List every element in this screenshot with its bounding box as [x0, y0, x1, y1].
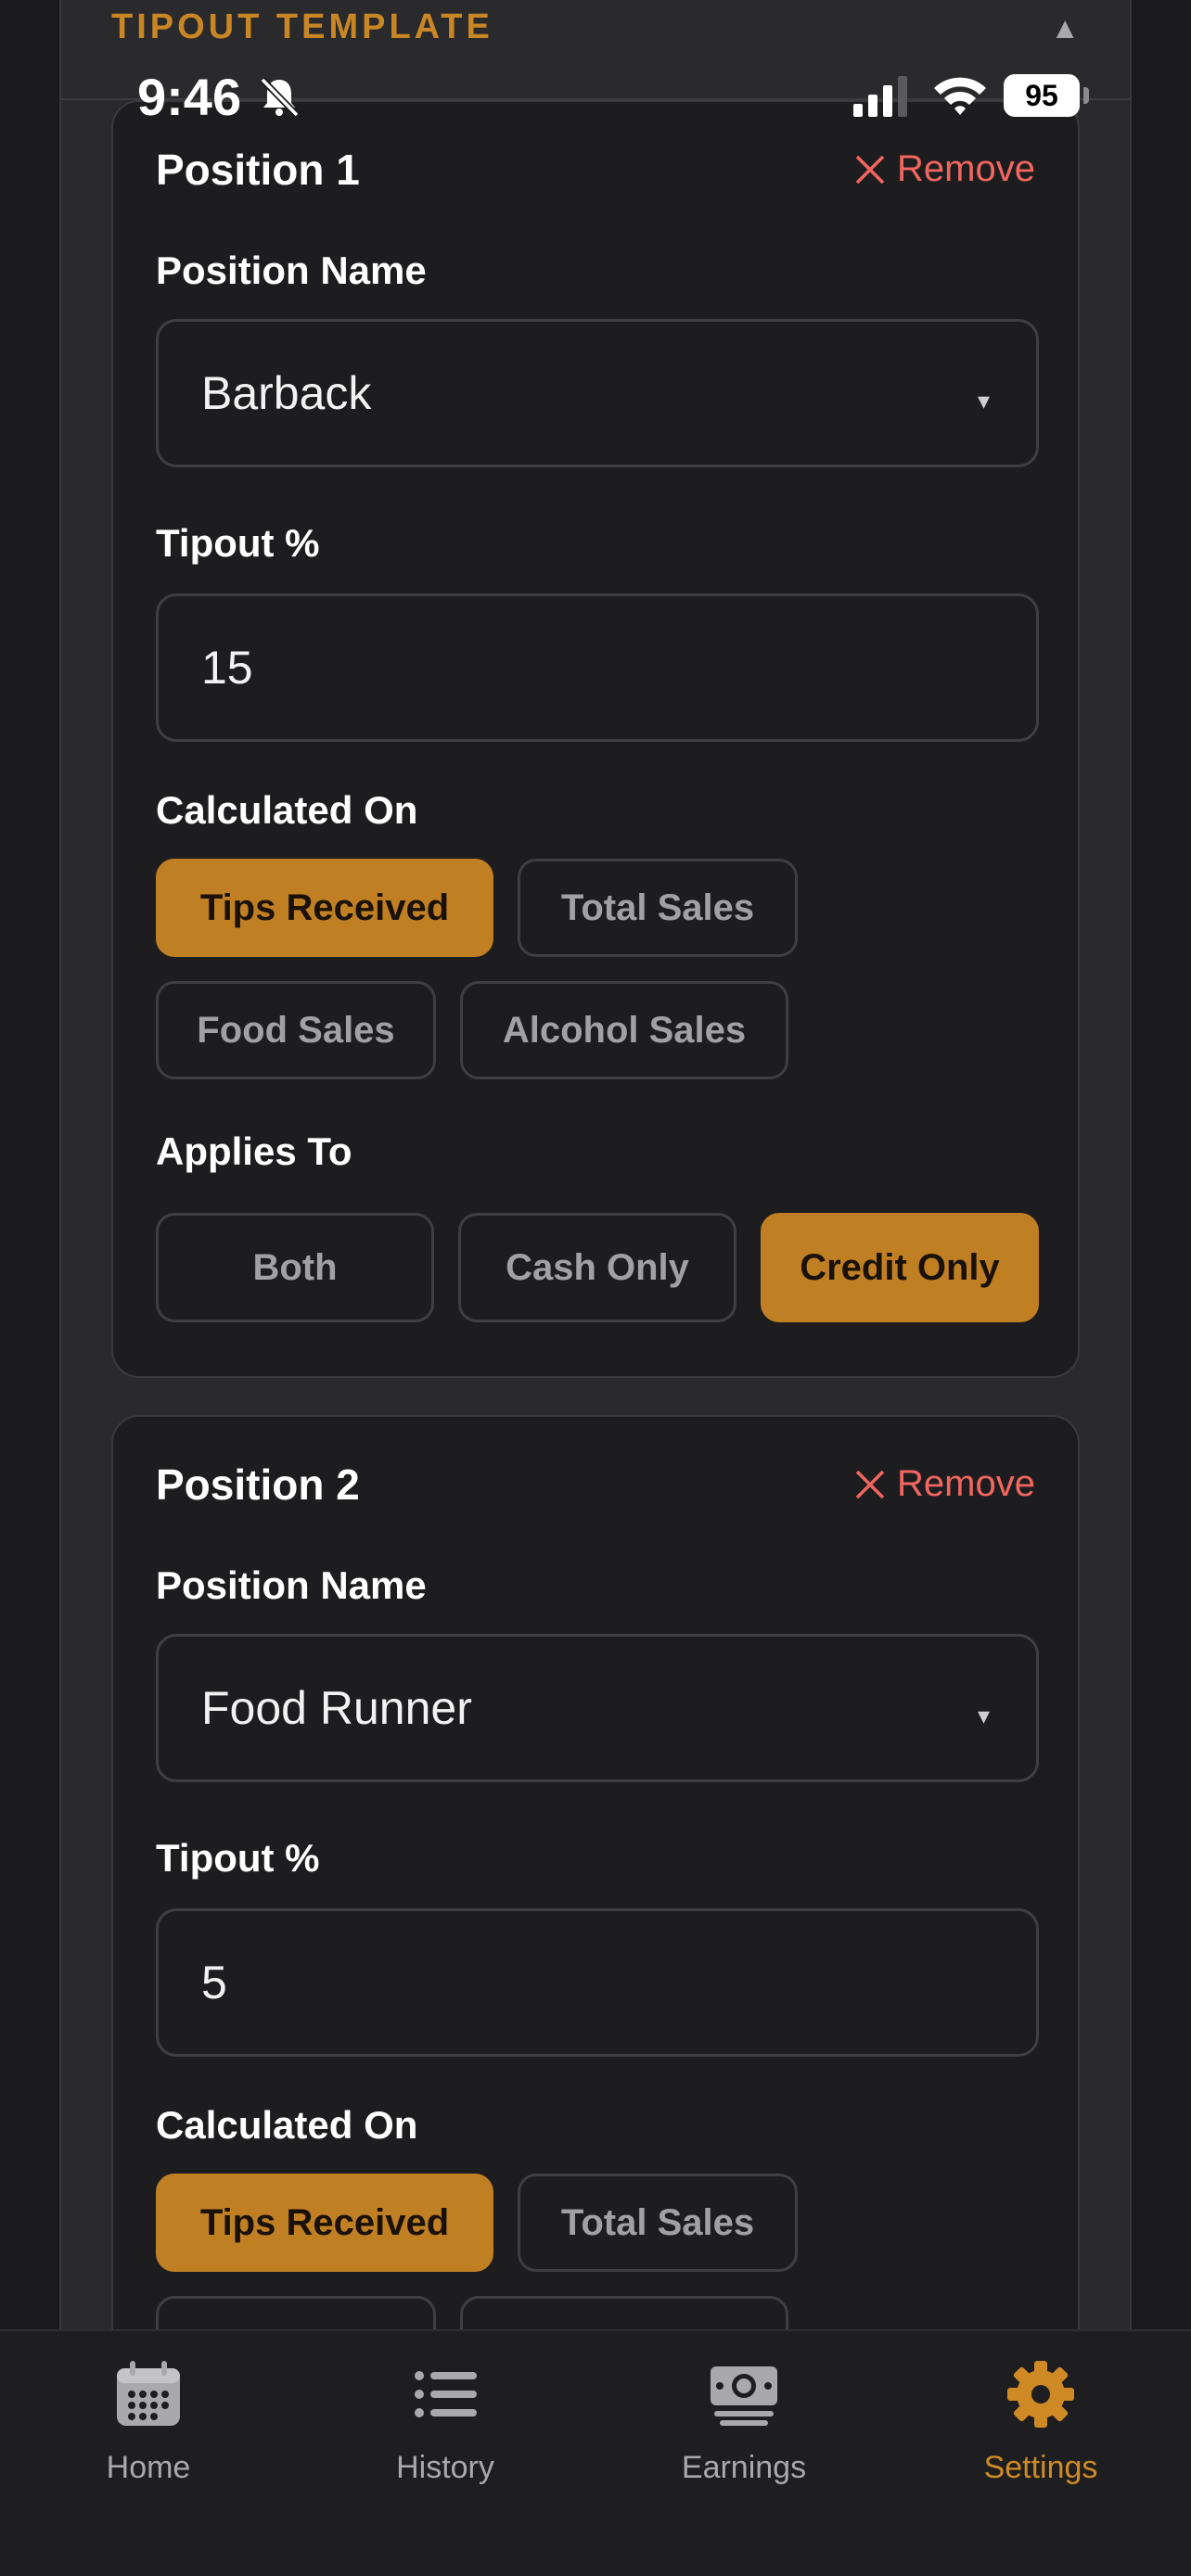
calc-option-alcohol-sales[interactable]: Alcohol Sales [460, 981, 788, 1079]
collapse-caret-icon[interactable]: ▲ [1050, 11, 1080, 45]
calculated-on-label: Calculated On [156, 788, 418, 832]
chevron-down-icon: ▾ [977, 1702, 990, 1729]
calc-option-total-sales[interactable]: Total Sales [518, 2174, 798, 2272]
tab-home[interactable]: Home [37, 2359, 260, 2507]
tipout-input[interactable]: 5 [156, 1908, 1039, 2057]
tipout-value: 5 [201, 1957, 227, 2009]
calc-option-food-sales[interactable]: Food Sales [156, 981, 436, 1079]
remove-label: Remove [897, 1463, 1035, 1504]
cell-signal-icon [853, 76, 907, 117]
chevron-down-icon: ▾ [977, 387, 990, 414]
tab-label: History [396, 2450, 494, 2485]
battery-level: 95 [1004, 74, 1080, 117]
tab-history[interactable]: History [334, 2359, 557, 2507]
tab-label: Settings [983, 2450, 1098, 2485]
tipout-label: Tipout % [156, 1836, 320, 1880]
applies-option-cash-only[interactable]: Cash Only [458, 1213, 736, 1322]
calendar-icon [117, 2361, 180, 2426]
position-name-label: Position Name [156, 249, 427, 292]
cash-icon [711, 2366, 777, 2426]
status-bar: 9:46 95 [0, 56, 1191, 139]
calc-option-tips-received[interactable]: Tips Received [156, 859, 493, 957]
tab-label: Earnings [681, 2450, 807, 2485]
tab-label: Home [106, 2450, 191, 2485]
status-time: 9:46 [137, 68, 242, 126]
tipout-label: Tipout % [156, 521, 320, 565]
settings-screen: TIPOUT TEMPLATE ▲ 9:46 95 Position 1 Rem… [0, 0, 1191, 2576]
remove-position-button[interactable]: Remove [854, 148, 1035, 190]
remove-position-button[interactable]: Remove [854, 1463, 1035, 1505]
silent-bell-icon [260, 77, 300, 118]
position-name-select[interactable]: Food Runner ▾ [156, 1634, 1039, 1782]
position-name-value: Barback [201, 367, 372, 419]
bottom-tab-bar: Home History Earnings Settings [0, 2329, 1191, 2576]
tipout-input[interactable]: 15 [156, 593, 1039, 742]
close-icon [855, 155, 885, 184]
section-title: TIPOUT TEMPLATE [111, 7, 493, 46]
position-name-select[interactable]: Barback ▾ [156, 319, 1039, 467]
list-icon [415, 2371, 477, 2417]
calc-option-tips-received[interactable]: Tips Received [156, 2174, 493, 2272]
applies-option-credit-only[interactable]: Credit Only [761, 1213, 1039, 1322]
wifi-icon [934, 77, 986, 115]
position-title: Position 2 [156, 1460, 360, 1509]
tipout-value: 15 [201, 642, 253, 694]
position-name-value: Food Runner [201, 1682, 472, 1734]
calculated-on-label: Calculated On [156, 2103, 418, 2147]
tab-settings[interactable]: Settings [929, 2359, 1152, 2507]
close-icon [855, 1470, 885, 1498]
remove-label: Remove [897, 148, 1035, 189]
position-name-label: Position Name [156, 1563, 427, 1607]
tab-earnings[interactable]: Earnings [633, 2359, 855, 2507]
applies-to-label: Applies To [156, 1129, 352, 1173]
battery-tip [1083, 87, 1089, 104]
calc-option-total-sales[interactable]: Total Sales [518, 859, 798, 957]
applies-option-both[interactable]: Both [156, 1213, 434, 1322]
position-title: Position 1 [156, 146, 360, 194]
position-card-1: Position 1 Remove Position Name Barback … [111, 100, 1080, 1378]
gear-icon [1007, 2361, 1074, 2428]
position-card-2: Position 2 Remove Position Name Food Run… [111, 1415, 1080, 2435]
